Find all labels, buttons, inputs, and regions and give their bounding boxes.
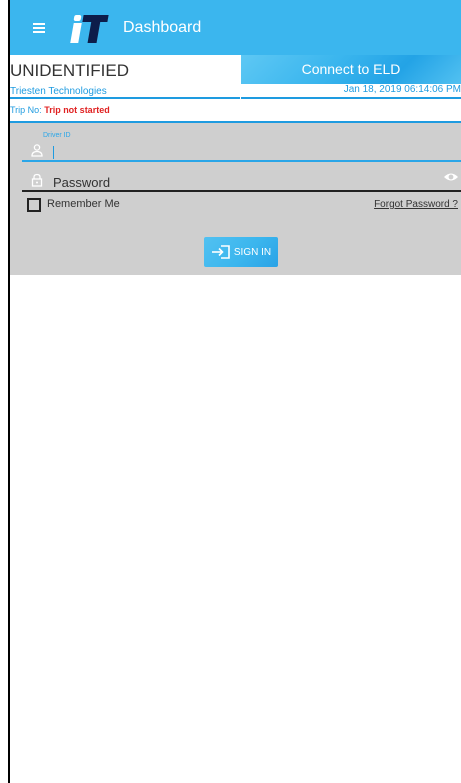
app-logo bbox=[70, 10, 110, 46]
sign-in-label: SIGN IN bbox=[233, 246, 272, 258]
menu-icon[interactable] bbox=[33, 21, 53, 35]
login-form: Driver ID Password Remember Me Forgot Pa… bbox=[10, 123, 461, 275]
sign-in-button[interactable]: SIGN IN bbox=[204, 237, 278, 267]
user-icon bbox=[31, 144, 43, 157]
lock-icon bbox=[31, 173, 43, 187]
app-bar: Dashboard bbox=[10, 0, 461, 55]
remember-me-checkbox[interactable] bbox=[27, 198, 41, 212]
status-row: UNIDENTIFIED Triesten Technologies Conne… bbox=[10, 55, 461, 99]
driver-id-underline bbox=[22, 160, 461, 162]
page-title: Dashboard bbox=[123, 18, 202, 36]
forgot-password-link[interactable]: Forgot Password ? bbox=[374, 199, 458, 210]
password-underline bbox=[22, 190, 461, 192]
driver-name: UNIDENTIFIED bbox=[10, 61, 129, 80]
driver-status: UNIDENTIFIED Triesten Technologies bbox=[10, 55, 240, 99]
password-field[interactable]: Password bbox=[53, 175, 110, 190]
trip-status: Trip not started bbox=[44, 105, 110, 115]
remember-me-label: Remember Me bbox=[47, 198, 120, 210]
app-frame: Dashboard UNIDENTIFIED Triesten Technolo… bbox=[8, 0, 461, 783]
company-name: Triesten Technologies bbox=[10, 86, 107, 97]
signin-icon bbox=[211, 245, 230, 259]
connect-eld-button[interactable]: Connect to ELD bbox=[241, 55, 461, 84]
driver-id-label: Driver ID bbox=[43, 132, 71, 139]
connect-eld-label: Connect to ELD bbox=[301, 61, 401, 77]
trip-row: Trip No: Trip not started bbox=[10, 99, 461, 123]
current-datetime: Jan 18, 2019 06:14:06 PM bbox=[241, 84, 461, 99]
eye-icon[interactable] bbox=[443, 171, 459, 183]
trip-label: Trip No: bbox=[10, 105, 42, 115]
driver-id-field[interactable] bbox=[53, 146, 54, 159]
